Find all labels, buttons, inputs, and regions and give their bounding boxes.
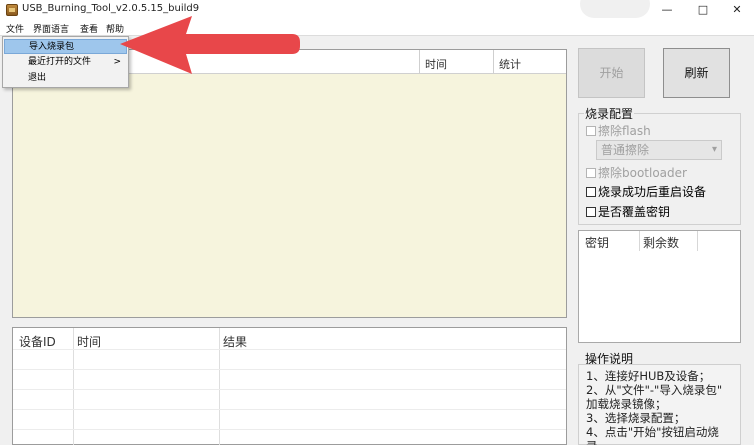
menu-item-import-package[interactable]: 导入烧录包	[4, 39, 127, 54]
checkbox-box	[586, 187, 596, 197]
refresh-button[interactable]: 刷新	[663, 48, 730, 98]
minimize-button[interactable]: —	[650, 0, 684, 20]
instruction-line: 4、点击"开始"按钮启动烧	[586, 425, 719, 439]
erase-bootloader-checkbox[interactable]: 擦除bootloader	[586, 164, 687, 181]
burn-config-label: 烧录配置	[584, 105, 635, 122]
menu-language[interactable]: 界面语言	[33, 22, 69, 35]
menu-item-exit[interactable]: 退出	[4, 71, 127, 86]
checkbox-label: 是否覆盖密钥	[598, 205, 671, 219]
close-button[interactable]: ✕	[720, 0, 754, 20]
column-divider	[219, 328, 220, 445]
key-table: 密钥 剩余数	[578, 230, 741, 343]
column-time[interactable]: 时间	[77, 333, 101, 350]
overlay-blur	[580, 0, 650, 18]
menu-item-label: 退出	[28, 73, 47, 83]
checkbox-box	[586, 207, 596, 217]
column-divider	[493, 50, 494, 74]
column-key[interactable]: 密钥	[585, 234, 609, 251]
column-divider	[419, 50, 420, 74]
instructions-box: 1、连接好HUB及设备； 2、从"文件"-"导入烧录包" 加载烧录镜像； 3、选…	[578, 364, 741, 445]
menu-item-label: 最近打开的文件	[28, 57, 92, 67]
table-row	[13, 389, 566, 390]
erase-mode-select[interactable]: 普通擦除 ▾	[596, 140, 722, 160]
menu-file[interactable]: 文件	[6, 22, 24, 35]
menu-view[interactable]: 查看	[80, 22, 98, 35]
checkbox-label: 烧录成功后重启设备	[598, 185, 707, 199]
checkbox-box	[586, 126, 596, 136]
instruction-line: 录	[586, 438, 598, 445]
reboot-after-checkbox[interactable]: 烧录成功后重启设备	[586, 183, 706, 200]
table-row	[13, 429, 566, 430]
column-time[interactable]: 时间	[425, 56, 447, 72]
checkbox-label: 擦除bootloader	[598, 166, 687, 180]
overwrite-key-checkbox[interactable]: 是否覆盖密钥	[586, 203, 670, 220]
chevron-down-icon: ▾	[711, 144, 717, 155]
results-table: 设备ID 时间 结果	[12, 327, 567, 445]
maximize-button[interactable]: □	[686, 0, 720, 20]
column-result[interactable]: 结果	[223, 333, 247, 350]
start-button[interactable]: 开始	[578, 48, 645, 98]
log-panel: 时间 统计	[12, 49, 567, 318]
table-row	[13, 369, 566, 370]
column-divider	[639, 231, 640, 251]
erase-flash-checkbox[interactable]: 擦除flash	[586, 122, 651, 139]
table-row	[13, 349, 566, 350]
checkbox-label: 擦除flash	[598, 124, 651, 138]
table-row	[13, 409, 566, 410]
menu-item-recent-files[interactable]: 最近打开的文件 >	[4, 55, 127, 70]
annotation-arrow-icon	[120, 16, 300, 74]
column-stats[interactable]: 统计	[499, 56, 521, 72]
column-remaining[interactable]: 剩余数	[643, 234, 679, 251]
column-divider	[73, 328, 74, 445]
app-icon	[6, 4, 18, 16]
menu-item-label: 导入烧录包	[29, 42, 75, 52]
column-divider	[697, 231, 698, 251]
column-device-id[interactable]: 设备ID	[19, 333, 56, 350]
select-value: 普通擦除	[601, 143, 650, 157]
checkbox-box	[586, 168, 596, 178]
